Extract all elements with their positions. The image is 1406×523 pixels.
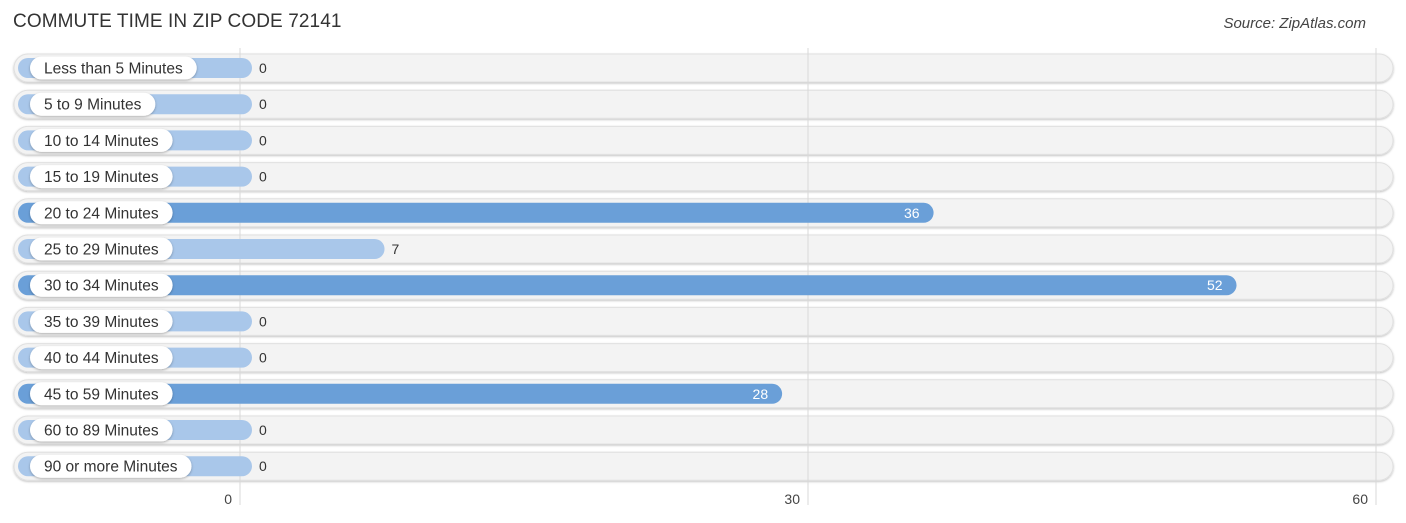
- category-label: 15 to 19 Minutes: [44, 169, 159, 186]
- value-label: 0: [259, 169, 267, 185]
- value-label: 0: [259, 132, 267, 148]
- category-label: 90 or more Minutes: [44, 459, 178, 476]
- x-tick-label: 60: [1352, 491, 1368, 507]
- value-label: 52: [1207, 277, 1223, 293]
- category-label: 60 to 89 Minutes: [44, 423, 159, 440]
- category-label: 10 to 14 Minutes: [44, 133, 159, 150]
- category-label: 5 to 9 Minutes: [44, 97, 142, 114]
- bar-chart: Less than 5 Minutes 0 5 to 9 Minutes 0 10 to…: [13, 48, 1394, 507]
- x-tick-label: 30: [784, 491, 800, 507]
- category-label: Less than 5 Minutes: [44, 61, 183, 78]
- value-label: 0: [259, 458, 267, 474]
- category-label: 20 to 24 Minutes: [44, 205, 159, 222]
- value-label: 0: [259, 350, 267, 366]
- value-label: 28: [753, 386, 769, 402]
- category-label: 30 to 34 Minutes: [44, 278, 159, 295]
- category-label: 25 to 29 Minutes: [44, 242, 159, 259]
- bar: [18, 275, 1237, 296]
- value-label: 0: [259, 313, 267, 329]
- value-label: 0: [259, 96, 267, 112]
- category-label: 35 to 39 Minutes: [44, 314, 159, 331]
- x-tick-label: 0: [224, 491, 232, 507]
- category-label: 45 to 59 Minutes: [44, 386, 159, 403]
- value-label: 0: [259, 422, 267, 438]
- value-label: 7: [392, 241, 400, 257]
- category-label: 40 to 44 Minutes: [44, 350, 159, 367]
- value-label: 0: [259, 60, 267, 76]
- value-label: 36: [904, 205, 920, 221]
